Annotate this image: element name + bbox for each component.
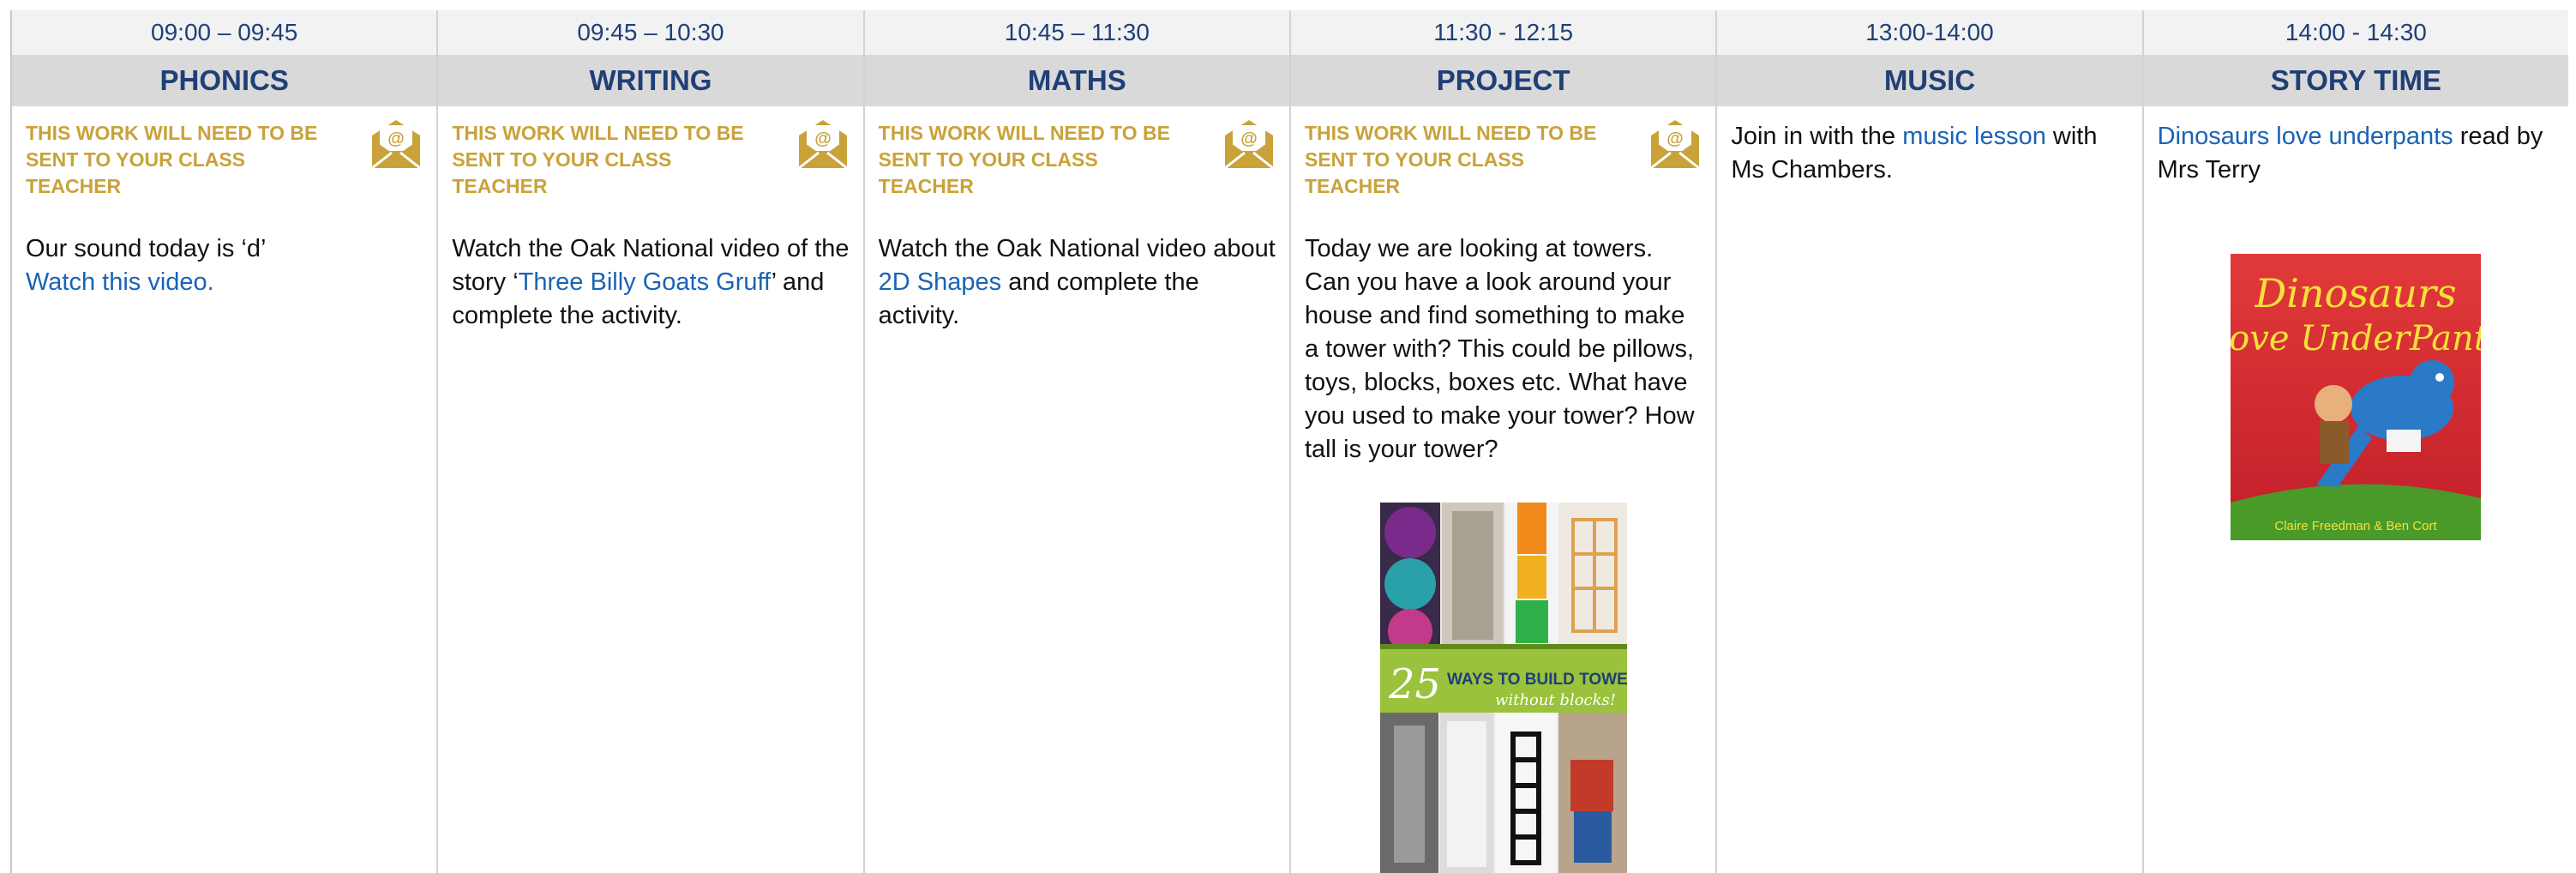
time-slot: 09:00 – 09:45 xyxy=(12,10,437,55)
timetable: 09:00 – 09:45 PHONICS THIS WORK WILL NEE… xyxy=(10,10,2568,873)
poster-title: WAYS TO BUILD TOWERS xyxy=(1447,671,1627,689)
time-slot: 10:45 – 11:30 xyxy=(864,10,1289,55)
notice-text: THIS WORK WILL NEED TO BE SENT TO YOUR C… xyxy=(26,122,318,197)
email-icon: @ xyxy=(371,120,422,170)
time-slot: 09:45 – 10:30 xyxy=(438,10,863,55)
svg-text:@: @ xyxy=(1667,129,1684,148)
notice-text: THIS WORK WILL NEED TO BE SENT TO YOUR C… xyxy=(878,122,1170,197)
column-maths: 10:45 – 11:30 MATHS THIS WORK WILL NEED … xyxy=(862,10,1289,873)
lesson-text: Join in with the music lesson with Ms Ch… xyxy=(1731,120,2128,187)
email-icon: @ xyxy=(1650,120,1701,170)
subject-heading: PHONICS xyxy=(12,55,437,106)
subject-heading: STORY TIME xyxy=(2143,55,2568,106)
subject-heading: MUSIC xyxy=(1717,55,2142,106)
lesson-text: Today we are looking at towers. Can you … xyxy=(1305,235,1695,463)
subject-heading: WRITING xyxy=(438,55,863,106)
music-lesson-link[interactable]: music lesson xyxy=(1902,123,2046,150)
2d-shapes-link[interactable]: 2D Shapes xyxy=(879,268,1002,296)
subject-heading: PROJECT xyxy=(1291,55,1716,106)
time-slot: 14:00 - 14:30 xyxy=(2143,10,2568,55)
book-cover-image: Dinosaurs Love UnderPants Claire Freedma… xyxy=(2231,254,2482,540)
column-story-time: 14:00 - 14:30 STORY TIME Dinosaurs love … xyxy=(2141,10,2568,873)
send-to-teacher-notice: THIS WORK WILL NEED TO BE SENT TO YOUR C… xyxy=(452,120,849,200)
svg-text:@: @ xyxy=(1240,129,1258,148)
column-body: THIS WORK WILL NEED TO BE SENT TO YOUR C… xyxy=(865,106,1289,873)
email-icon: @ xyxy=(1224,120,1274,170)
column-writing: 09:45 – 10:30 WRITING THIS WORK WILL NEE… xyxy=(436,10,863,873)
column-body: THIS WORK WILL NEED TO BE SENT TO YOUR C… xyxy=(438,106,862,873)
three-billy-goats-gruff-link[interactable]: Three Billy Goats Gruff xyxy=(519,268,772,296)
column-project: 11:30 - 12:15 PROJECT THIS WORK WILL NEE… xyxy=(1289,10,1716,873)
poster-subtitle: without blocks! xyxy=(1495,691,1616,709)
svg-text:@: @ xyxy=(388,129,405,148)
column-body: Join in with the music lesson with Ms Ch… xyxy=(1717,106,2141,873)
send-to-teacher-notice: THIS WORK WILL NEED TO BE SENT TO YOUR C… xyxy=(879,120,1276,200)
column-music: 13:00-14:00 MUSIC Join in with the music… xyxy=(1715,10,2142,873)
time-slot: 11:30 - 12:15 xyxy=(1291,10,1716,55)
time-slot: 13:00-14:00 xyxy=(1717,10,2142,55)
subject-heading: MATHS xyxy=(864,55,1289,106)
send-to-teacher-notice: THIS WORK WILL NEED TO BE SENT TO YOUR C… xyxy=(1305,120,1702,200)
svg-text:@: @ xyxy=(814,129,832,148)
lesson-text-before: Watch the Oak National video about xyxy=(878,235,1276,262)
book-title-line2: Love UnderPants xyxy=(2231,319,2481,358)
lesson-text: Dinosaurs love underpants read by Mrs Te… xyxy=(2158,120,2555,187)
column-phonics: 09:00 – 09:45 PHONICS THIS WORK WILL NEE… xyxy=(10,10,437,873)
book-title-line1: Dinosaurs xyxy=(2255,270,2457,316)
book-authors: Claire Freedman & Ben Cort xyxy=(2275,519,2438,533)
notice-text: THIS WORK WILL NEED TO BE SENT TO YOUR C… xyxy=(452,122,744,197)
column-body: THIS WORK WILL NEED TO BE SENT TO YOUR C… xyxy=(12,106,436,873)
towers-image-wrap: 25 WAYS TO BUILD TOWERS without blocks! xyxy=(1305,467,1702,873)
lesson-text: Watch the Oak National video about 2D Sh… xyxy=(879,232,1276,333)
lesson-text-before: Join in with the xyxy=(1731,123,1903,150)
email-icon: @ xyxy=(797,120,848,170)
lesson-text: Watch the Oak National video of the stor… xyxy=(452,232,849,333)
notice-text: THIS WORK WILL NEED TO BE SENT TO YOUR C… xyxy=(1305,122,1597,197)
lesson-text: Our sound today is ‘d’ Watch this video. xyxy=(26,232,423,299)
column-body: Dinosaurs love underpants read by Mrs Te… xyxy=(2144,106,2568,873)
send-to-teacher-notice: THIS WORK WILL NEED TO BE SENT TO YOUR C… xyxy=(26,120,423,200)
watch-video-link[interactable]: Watch this video. xyxy=(26,268,214,296)
dinosaurs-love-underpants-link[interactable]: Dinosaurs love underpants xyxy=(2158,123,2453,150)
book-image-wrap: Dinosaurs Love UnderPants Claire Freedma… xyxy=(2158,187,2555,540)
towers-poster-image: 25 WAYS TO BUILD TOWERS without blocks! xyxy=(1379,503,1627,873)
lesson-line: Our sound today is ‘d’ xyxy=(26,235,267,262)
column-body: THIS WORK WILL NEED TO BE SENT TO YOUR C… xyxy=(1291,106,1715,873)
poster-number: 25 xyxy=(1388,660,1441,708)
